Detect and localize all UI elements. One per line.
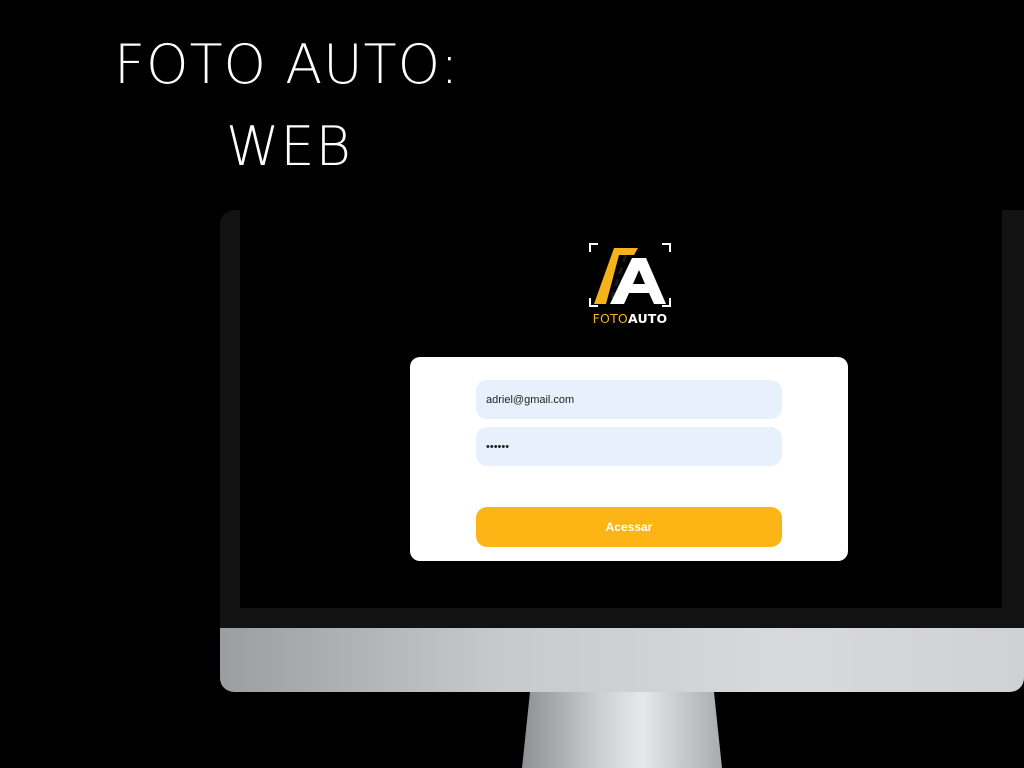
page-title-line-1: FOTO AUTO: [114, 33, 460, 96]
monitor-chin [220, 628, 1024, 692]
fotoauto-logo-icon [589, 243, 671, 307]
acessar-button[interactable]: Acessar [476, 507, 782, 547]
wordmark-foto: FOTO [592, 311, 628, 326]
monitor-stand [522, 692, 722, 768]
page-title-line-2: WEB [226, 115, 352, 178]
password-field[interactable] [476, 427, 782, 466]
wordmark-auto: AUTO [627, 311, 668, 326]
fotoauto-logo: FOTOAUTO [588, 242, 672, 328]
email-field[interactable] [476, 380, 782, 419]
login-card: Acessar [410, 357, 848, 561]
fotoauto-wordmark: FOTOAUTO [588, 311, 672, 326]
